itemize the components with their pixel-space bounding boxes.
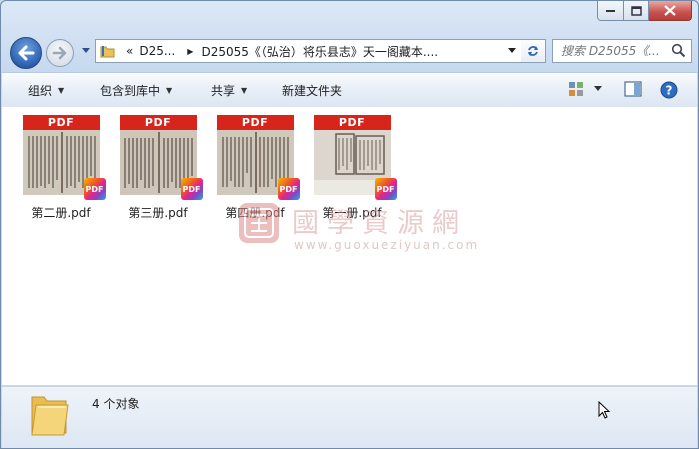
pdf-label: PDF: [216, 115, 294, 130]
preview-pane-icon[interactable]: [624, 81, 642, 97]
pdf-app-icon: PDF: [83, 178, 106, 200]
crumb-current[interactable]: D25055《（弘治）将乐县志》天一阁藏本....: [201, 43, 438, 60]
pdf-app-icon: PDF: [180, 178, 203, 200]
folder-icon: [100, 46, 115, 58]
overflow-chevron[interactable]: «: [126, 44, 133, 58]
crumb-parent[interactable]: D25...: [139, 44, 175, 58]
site-watermark: 國學資源網 www.guoxueziyuan.com: [237, 199, 477, 259]
view-options-dropdown-icon[interactable]: [594, 86, 603, 92]
explorer-window: « D25... ▶ D25055《（弘治）将乐县志》天一阁藏本.... 组织 ▼…: [0, 0, 699, 449]
help-icon[interactable]: ?: [660, 81, 678, 99]
new-folder-button[interactable]: 新建文件夹: [282, 82, 342, 99]
close-button[interactable]: [649, 1, 692, 21]
pdf-thumbnail: PDF PDF: [216, 115, 300, 200]
pdf-thumbnail: PDF PDF: [119, 115, 203, 200]
forward-button[interactable]: [46, 39, 74, 67]
mouse-cursor-icon: [598, 401, 611, 419]
include-library-menu[interactable]: 包含到库中 ▼: [100, 82, 172, 99]
item-count: 4 个对象: [92, 397, 140, 411]
folder-large-icon: [31, 396, 69, 436]
close-icon: [664, 5, 676, 16]
share-label: 共享: [211, 84, 236, 98]
organize-dropdown-icon: ▼: [58, 86, 65, 95]
maximize-button[interactable]: [624, 1, 649, 21]
crumb-separator-icon[interactable]: ▶: [187, 47, 193, 56]
minimize-icon: [605, 9, 615, 12]
search-input[interactable]: [561, 44, 671, 58]
search-box[interactable]: [552, 39, 692, 63]
maximize-icon: [630, 5, 642, 16]
file-name[interactable]: 第二册.pdf: [20, 204, 102, 221]
forward-arrow-icon: [52, 46, 67, 60]
file-list[interactable]: PDF PDF 第二册.pdf PDF PDF 第三册.pdf PDF PDF …: [2, 107, 697, 385]
pdf-app-icon: PDF: [374, 178, 397, 200]
watermark-text: 國學資源網: [292, 208, 467, 239]
change-view-icon[interactable]: [568, 81, 584, 97]
pdf-label: PDF: [119, 115, 197, 130]
recent-pages-dropdown-icon[interactable]: [81, 47, 91, 55]
file-item[interactable]: PDF PDF 第二册.pdf: [20, 115, 106, 221]
address-bar[interactable]: « D25... ▶ D25055《（弘治）将乐县志》天一阁藏本....: [95, 39, 523, 63]
pdf-thumbnail: PDF PDF: [22, 115, 106, 200]
minimize-button[interactable]: [597, 1, 624, 21]
file-name[interactable]: 第三册.pdf: [117, 204, 199, 221]
refresh-button[interactable]: [521, 39, 546, 63]
watermark-seal-icon: [239, 203, 279, 243]
caption-buttons: [597, 1, 692, 21]
new-folder-label: 新建文件夹: [282, 84, 343, 98]
include-library-dropdown-icon: ▼: [166, 86, 173, 95]
file-item[interactable]: PDF PDF 第三册.pdf: [117, 115, 203, 221]
search-icon[interactable]: [671, 43, 686, 58]
include-library-label: 包含到库中: [100, 84, 161, 98]
details-pane: 4 个对象: [2, 386, 697, 448]
pdf-label: PDF: [313, 115, 391, 130]
back-button[interactable]: [10, 37, 42, 69]
organize-menu[interactable]: 组织 ▼: [28, 82, 64, 99]
command-bar: 组织 ▼ 包含到库中 ▼ 共享 ▼ 新建文件夹 ?: [2, 72, 697, 108]
share-menu[interactable]: 共享 ▼: [211, 82, 247, 99]
svg-text:?: ?: [666, 84, 673, 98]
pdf-label: PDF: [22, 115, 100, 130]
address-dropdown-icon[interactable]: [508, 48, 517, 54]
organize-label: 组织: [28, 84, 53, 98]
refresh-icon: [528, 46, 538, 56]
pdf-thumbnail: PDF PDF: [313, 115, 397, 200]
back-arrow-icon: [18, 45, 35, 61]
share-dropdown-icon: ▼: [241, 86, 248, 95]
pdf-app-icon: PDF: [277, 178, 300, 200]
watermark-url: www.guoxueziyuan.com: [294, 238, 480, 252]
